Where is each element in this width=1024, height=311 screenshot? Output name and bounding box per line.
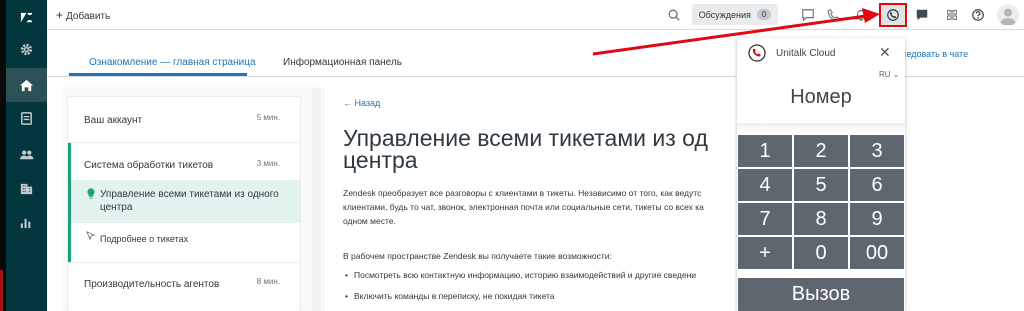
user-avatar[interactable] bbox=[997, 4, 1019, 26]
back-label: Назад bbox=[354, 98, 381, 108]
guide-sub-item-tickets[interactable]: Подробнее о тикетах bbox=[100, 233, 188, 246]
unitalk-logo-icon bbox=[748, 44, 766, 62]
unitalk-app-button[interactable] bbox=[879, 3, 907, 27]
list-item: Посмотреть всю контактную информацию, ис… bbox=[345, 270, 696, 280]
discussions-button[interactable]: Обсуждения 0 bbox=[692, 4, 778, 25]
widget-title: Unitalk Cloud bbox=[776, 48, 836, 59]
guide-item-time: 3 мин. bbox=[256, 159, 280, 168]
phone-number-input[interactable]: Номер bbox=[737, 86, 905, 109]
panel-divider bbox=[312, 88, 321, 311]
p1-line1: Zendesk преобразует все разговоры с клие… bbox=[343, 188, 702, 198]
back-link[interactable]: ← Назад bbox=[343, 98, 380, 108]
guide-item-performance[interactable]: Производительность агентов 8 мин. bbox=[68, 263, 300, 311]
zendesk-logo-icon[interactable] bbox=[6, 0, 47, 34]
talk-chat-icon[interactable] bbox=[913, 6, 931, 24]
unitalk-dialer-widget: Unitalk Cloud ✕ RU ⌄ Номер 1 2 3 4 5 6 7… bbox=[737, 38, 905, 311]
guide-item-time: 8 мин. bbox=[256, 277, 280, 286]
add-label: Добавить bbox=[66, 11, 111, 22]
key-8[interactable]: 8 bbox=[794, 203, 848, 235]
list-item: Включить команды в переписку, не покидая… bbox=[345, 291, 555, 301]
article-paragraph-2: В рабочем пространстве Zendesk вы получа… bbox=[343, 251, 612, 261]
add-button[interactable]: + Добавить bbox=[56, 8, 110, 22]
onboarding-guide: Ваш аккаунт 5 мин. Система обработки тик… bbox=[68, 97, 300, 311]
zendesk-workspace: + Добавить Обсуждения 0 Ознакомление — г… bbox=[0, 0, 1024, 311]
phone-icon[interactable] bbox=[825, 6, 843, 24]
arrow-left-icon: ← bbox=[343, 98, 352, 108]
settings-gear-icon[interactable] bbox=[6, 32, 47, 66]
tab-dashboard[interactable]: Информационная панель bbox=[283, 57, 402, 68]
language-select[interactable]: RU ⌄ bbox=[879, 70, 899, 79]
views-icon[interactable] bbox=[6, 101, 47, 135]
guide-item-ticketing[interactable]: Система обработки тикетов 3 мин. Управле… bbox=[68, 143, 300, 263]
top-bar: + Добавить Обсуждения 0 bbox=[47, 0, 1024, 30]
discussions-count-badge: 0 bbox=[756, 9, 772, 20]
key-5[interactable]: 5 bbox=[794, 169, 848, 201]
guide-item-time: 5 мин. bbox=[256, 113, 280, 122]
article-paragraph-1: Zendesk преобразует все разговоры с клие… bbox=[343, 186, 704, 228]
notifications-bell-icon[interactable] bbox=[852, 6, 870, 24]
chat-bubble-icon[interactable] bbox=[799, 6, 817, 24]
active-tab-indicator bbox=[69, 73, 247, 76]
dial-keypad: 1 2 3 4 5 6 7 8 9 + 0 00 bbox=[738, 135, 904, 269]
guide-item-title: Производительность агентов bbox=[84, 279, 220, 290]
key-1[interactable]: 1 bbox=[738, 135, 792, 167]
key-9[interactable]: 9 bbox=[850, 203, 904, 235]
unitalk-phone-icon bbox=[887, 9, 899, 21]
search-icon[interactable] bbox=[665, 6, 683, 24]
guide-item-account[interactable]: Ваш аккаунт 5 мин. bbox=[68, 97, 300, 143]
guide-sub-item-selected[interactable]: Управление всеми тикетами из одного цент… bbox=[68, 180, 300, 223]
plus-icon: + bbox=[56, 8, 64, 22]
article-title-line2: центра bbox=[343, 147, 418, 173]
guide-item-title: Ваш аккаунт bbox=[84, 115, 143, 126]
key-4[interactable]: 4 bbox=[738, 169, 792, 201]
key-0[interactable]: 0 bbox=[794, 237, 848, 269]
guide-item-title: Система обработки тикетов bbox=[84, 160, 214, 171]
key-7[interactable]: 7 bbox=[738, 203, 792, 235]
reporting-icon[interactable] bbox=[6, 205, 47, 239]
p1-line3: одном месте. bbox=[343, 216, 396, 226]
tab-onboarding-home[interactable]: Ознакомление — главная страница bbox=[89, 57, 256, 68]
guide-sub-item-label: Управление всеми тикетами из одного цент… bbox=[100, 189, 279, 213]
key-00[interactable]: 00 bbox=[850, 237, 904, 269]
article-title: Управление всеми тикетами из од центра bbox=[343, 125, 743, 173]
key-6[interactable]: 6 bbox=[850, 169, 904, 201]
key-plus[interactable]: + bbox=[738, 237, 792, 269]
key-2[interactable]: 2 bbox=[794, 135, 848, 167]
help-icon[interactable] bbox=[969, 6, 987, 24]
widget-separator bbox=[737, 123, 905, 131]
apps-grid-icon[interactable] bbox=[943, 6, 961, 24]
cursor-pointer-icon bbox=[86, 231, 96, 241]
key-3[interactable]: 3 bbox=[850, 135, 904, 167]
article-title-line1: Управление всеми тикетами из од bbox=[343, 125, 708, 151]
call-button[interactable]: Вызов bbox=[738, 278, 904, 311]
widget-header: Unitalk Cloud ✕ bbox=[737, 38, 905, 68]
home-icon[interactable] bbox=[6, 68, 47, 102]
organizations-icon[interactable] bbox=[6, 171, 47, 205]
close-icon[interactable]: ✕ bbox=[879, 44, 891, 61]
lightbulb-icon bbox=[87, 188, 95, 199]
p1-line2: клиентами, будь то чат, звонок, электрон… bbox=[343, 202, 704, 212]
sidebar bbox=[6, 0, 47, 311]
customers-icon[interactable] bbox=[6, 137, 47, 171]
discussions-label: Обсуждения bbox=[698, 9, 751, 20]
